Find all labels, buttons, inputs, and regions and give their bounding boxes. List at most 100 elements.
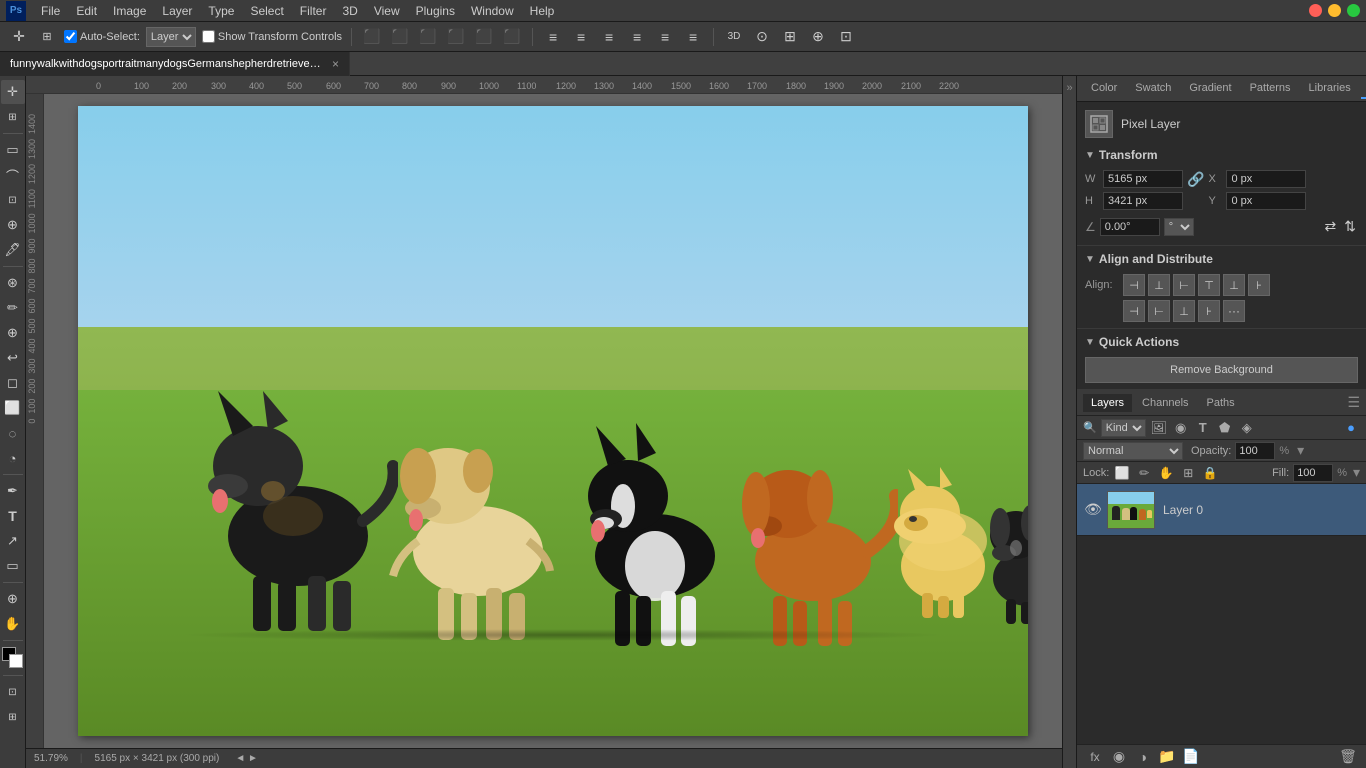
quick-actions-header[interactable]: ▼ Quick Actions [1085, 335, 1358, 349]
distribute-4-icon[interactable]: ≡ [626, 26, 648, 48]
opacity-input[interactable] [1235, 442, 1275, 460]
height-input[interactable] [1103, 192, 1183, 210]
crop-tool[interactable]: ⊕ [1, 213, 25, 237]
lock-all-btn[interactable]: 🔒 [1201, 464, 1219, 482]
menu-image[interactable]: Image [106, 2, 153, 20]
layer-visibility-toggle[interactable]: 👁 [1083, 501, 1103, 518]
distribute-3-icon[interactable]: ≡ [598, 26, 620, 48]
align-center-h-icon[interactable]: ⬛ [389, 26, 411, 48]
link-wh-icon[interactable]: 🔗 [1187, 171, 1204, 188]
layer-item-0[interactable]: 👁 Laye [1077, 484, 1366, 536]
blend-mode-select[interactable]: Normal [1083, 442, 1183, 460]
menu-plugins[interactable]: Plugins [409, 2, 462, 20]
history-brush[interactable]: ↩ [1, 346, 25, 370]
new-layer-btn[interactable]: 📄 [1181, 747, 1201, 767]
tab-gradient[interactable]: Gradient [1181, 79, 1239, 99]
distribute-center-v-btn[interactable]: ⊦ [1198, 300, 1220, 322]
menu-type[interactable]: Type [201, 2, 241, 20]
layers-tab[interactable]: Layers [1083, 394, 1132, 412]
align-right-btn[interactable]: ⊢ [1173, 274, 1195, 296]
fill-input[interactable] [1293, 464, 1333, 482]
canvas-content[interactable] [44, 94, 1062, 748]
channels-tab[interactable]: Channels [1134, 394, 1196, 412]
opacity-dropdown-arrow[interactable]: ▾ [1297, 442, 1304, 459]
status-arrows[interactable]: ◄ ► [235, 753, 258, 764]
delete-layer-btn[interactable]: 🗑 [1338, 747, 1358, 767]
align-top-btn[interactable]: ⊤ [1198, 274, 1220, 296]
screen-rotate-icon[interactable]: ⊙ [751, 26, 773, 48]
minimize-btn[interactable] [1328, 4, 1341, 17]
lock-transparent-btn[interactable]: ⬜ [1113, 464, 1131, 482]
menu-edit[interactable]: Edit [69, 2, 104, 20]
move-tool-icon[interactable]: ✛ [8, 26, 30, 48]
blur-tool[interactable]: ◌ [1, 421, 25, 445]
paths-tab[interactable]: Paths [1199, 394, 1243, 412]
menu-file[interactable]: File [34, 2, 67, 20]
tab-patterns[interactable]: Patterns [1242, 79, 1299, 99]
gradient-tool[interactable]: ⬜ [1, 396, 25, 420]
camera-icon[interactable]: ⊡ [835, 26, 857, 48]
align-left-icon[interactable]: ⬛ [361, 26, 383, 48]
kind-filter-select[interactable]: Kind [1101, 419, 1146, 437]
align-center-v-btn[interactable]: ⊥ [1223, 274, 1245, 296]
y-input[interactable] [1226, 192, 1306, 210]
active-tab[interactable]: funnywalkwithdogsportraitmanydogsGermans… [0, 52, 350, 76]
menu-3d[interactable]: 3D [335, 2, 364, 20]
align-bottom-btn[interactable]: ⊦ [1248, 274, 1270, 296]
distribute-left-btn[interactable]: ⊣ [1123, 300, 1145, 322]
width-input[interactable] [1103, 170, 1183, 188]
close-btn[interactable] [1309, 4, 1322, 17]
filter-type-icon[interactable]: T [1194, 419, 1212, 437]
transform-controls-checkbox[interactable] [202, 30, 215, 43]
fill-dropdown-arrow[interactable]: ▾ [1353, 464, 1360, 481]
align-bottom-icon[interactable]: ⬛ [501, 26, 523, 48]
menu-help[interactable]: Help [523, 2, 562, 20]
align-section-header[interactable]: ▼ Align and Distribute [1085, 252, 1358, 266]
filter-shape-icon[interactable]: ⬟ [1216, 419, 1234, 437]
dodge-tool[interactable]: ◔ [1, 446, 25, 470]
tab-swatch[interactable]: Swatch [1127, 79, 1179, 99]
align-center-v-icon[interactable]: ⬛ [473, 26, 495, 48]
artboard-tool[interactable]: ⊞ [1, 105, 25, 129]
layer-fx-btn[interactable]: fx [1085, 747, 1105, 767]
align-center-h-btn[interactable]: ⊥ [1148, 274, 1170, 296]
lock-position-btn[interactable]: ✋ [1157, 464, 1175, 482]
filter-adj-icon[interactable]: ◉ [1172, 419, 1190, 437]
healing-tool[interactable]: ⊛ [1, 271, 25, 295]
layers-panel-menu-icon[interactable]: ☰ [1347, 394, 1360, 411]
object-select-tool[interactable]: ⊡ [1, 188, 25, 212]
hand-tool[interactable]: ✋ [1, 612, 25, 636]
background-color[interactable] [9, 654, 23, 668]
more-distribute-btn[interactable]: ··· [1223, 300, 1245, 322]
menu-layer[interactable]: Layer [155, 2, 199, 20]
distribute-5-icon[interactable]: ≡ [654, 26, 676, 48]
screen-mode-tool[interactable]: ⊞ [1, 705, 25, 729]
flip-vertical-btn[interactable]: ⇅ [1342, 216, 1358, 237]
new-adjustment-btn[interactable]: ◑ [1133, 747, 1153, 767]
shape-tool[interactable]: ▭ [1, 554, 25, 578]
distribute-v-icon[interactable]: ≡ [570, 26, 592, 48]
filter-smart-icon[interactable]: ◈ [1238, 419, 1256, 437]
zoom-tool[interactable]: ⊕ [1, 587, 25, 611]
transform-section-header[interactable]: ▼ Transform [1085, 148, 1358, 162]
foreground-bg-colors[interactable] [2, 647, 24, 669]
align-right-icon[interactable]: ⬛ [417, 26, 439, 48]
filter-toggle-icon[interactable]: ● [1342, 419, 1360, 437]
brush-tool[interactable]: ✏ [1, 296, 25, 320]
align-top-icon[interactable]: ⬛ [445, 26, 467, 48]
lock-artboard-btn[interactable]: ⊞ [1179, 464, 1197, 482]
tab-close-btn[interactable]: × [332, 57, 339, 71]
path-select-tool[interactable]: ↗ [1, 529, 25, 553]
marquee-tool[interactable]: ▭ [1, 138, 25, 162]
options-extra-icon[interactable]: ⊕ [807, 26, 829, 48]
flip-horizontal-btn[interactable]: ⇄ [1323, 216, 1339, 237]
tab-libraries[interactable]: Libraries [1301, 79, 1359, 99]
move-tool[interactable]: ✛ [1, 80, 25, 104]
distribute-6-icon[interactable]: ≡ [682, 26, 704, 48]
add-mask-btn[interactable]: ◉ [1109, 747, 1129, 767]
menu-window[interactable]: Window [464, 2, 521, 20]
lock-pixels-btn[interactable]: ✏ [1135, 464, 1153, 482]
maximize-btn[interactable] [1347, 4, 1360, 17]
3d-mode-icon[interactable]: 3D [723, 26, 745, 48]
text-tool[interactable]: T [1, 504, 25, 528]
